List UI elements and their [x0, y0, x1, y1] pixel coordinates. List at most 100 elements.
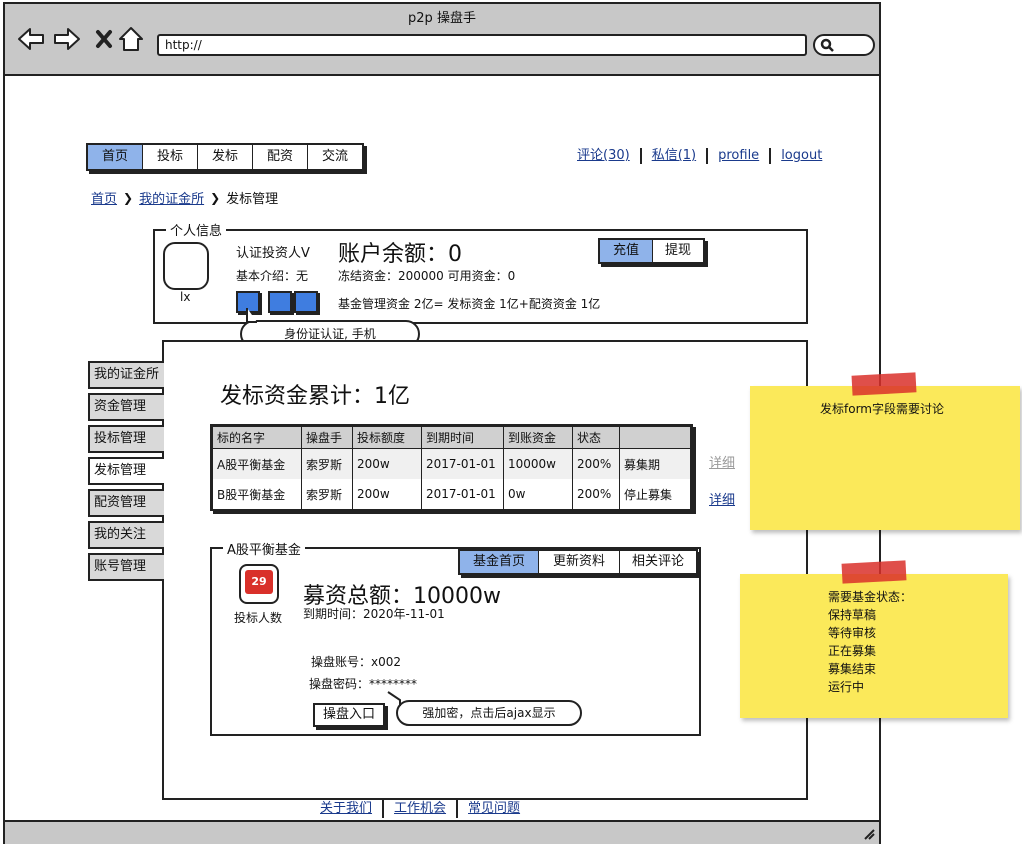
back-arrow-icon[interactable] [17, 26, 45, 52]
user-links: 评论(30) 私信(1) profile logout [567, 148, 832, 164]
home-icon[interactable] [117, 26, 145, 52]
cell-received: 0w [503, 479, 573, 509]
fund-expiry: 到期时间：2020年-11-01 [303, 607, 445, 621]
messages-link[interactable]: 私信(1) [642, 148, 709, 164]
browser-search-input[interactable] [813, 34, 875, 56]
window-title: p2p 操盘手 [408, 11, 476, 26]
sidebar-item-bids[interactable]: 投标管理 [88, 425, 164, 453]
note-text: 发标form字段需要讨论 [820, 402, 944, 416]
profile-link[interactable]: profile [708, 148, 772, 164]
note-line: 等待审核 [828, 626, 877, 640]
col-header-name: 标的名字 [212, 426, 302, 449]
note-line: 运行中 [828, 680, 865, 694]
intro-text: 基本介绍：无 [236, 269, 309, 283]
recharge-button[interactable]: 充值 [600, 240, 653, 262]
breadcrumb-my-exchange[interactable]: 我的证金所 [139, 188, 204, 207]
nav-tab-bid[interactable]: 投标 [143, 145, 198, 169]
nav-tab-issue[interactable]: 发标 [198, 145, 253, 169]
issue-total-heading: 发标资金累计：1亿 [220, 384, 410, 409]
cell-trader: 索罗斯 [301, 448, 353, 479]
tape-strip [851, 372, 917, 396]
investor-title: 认证投资人V [236, 246, 310, 261]
nav-tab-community[interactable]: 交流 [308, 145, 362, 169]
col-header-quota: 投标额度 [352, 426, 422, 449]
fund-summary: 基金管理资金 2亿= 发标资金 1亿+配资资金 1亿 [338, 297, 601, 311]
table-row[interactable]: A股平衡基金 索罗斯 200w 2017-01-01 10000w 200% 募… [212, 448, 691, 479]
logout-link[interactable]: logout [771, 148, 832, 164]
table-header-row: 标的名字 操盘手 投标额度 到期时间 到账资金 状态 [212, 426, 691, 449]
profile-legend: 个人信息 [166, 220, 227, 239]
sidebar-item-account[interactable]: 账号管理 [88, 553, 164, 581]
side-nav: 我的证金所 资金管理 投标管理 发标管理 配资管理 我的关注 账号管理 [88, 361, 164, 585]
breadcrumb-home[interactable]: 首页 [91, 188, 117, 207]
password-callout: 强加密，点击后ajax显示 [396, 700, 582, 726]
callout-pointer [246, 308, 257, 323]
url-input[interactable]: http:// [157, 34, 807, 56]
sidebar-item-issue[interactable]: 发标管理 [88, 457, 164, 485]
bidder-count: 29 [245, 570, 273, 594]
browser-titlebar: p2p 操盘手 http:// [5, 4, 879, 76]
fund-tabs: 基金首页 更新资料 相关评论 [458, 549, 698, 575]
col-header-phase [619, 426, 691, 449]
withdraw-button[interactable]: 提现 [653, 240, 703, 262]
cell-quota: 200w [352, 479, 422, 509]
sidebar-item-follows[interactable]: 我的关注 [88, 521, 164, 549]
browser-statusbar [5, 820, 879, 844]
note-line: 保持草稿 [828, 608, 877, 622]
trading-account: 操盘账号：x002 [311, 655, 402, 669]
footer-links: 关于我们 工作机会 常见问题 [310, 800, 530, 818]
comments-link[interactable]: 评论(30) [567, 148, 642, 164]
cell-status: 200% [572, 479, 620, 509]
col-header-status: 状态 [572, 426, 620, 449]
cell-status: 200% [572, 448, 620, 479]
detail-link-row1[interactable]: 详细 [709, 452, 735, 471]
cell-phase: 募集期 [619, 448, 691, 479]
bidder-count-badge: 29 [239, 564, 279, 604]
cell-phase: 停止募集 [619, 479, 691, 509]
breadcrumb-current: 发标管理 [226, 192, 279, 207]
col-header-received: 到账资金 [503, 426, 573, 449]
account-balance: 账户余额：0 [338, 242, 462, 267]
tab-update-info[interactable]: 更新资料 [539, 551, 620, 573]
cell-received: 10000w [503, 448, 573, 479]
username: lx [180, 290, 191, 304]
forward-arrow-icon[interactable] [53, 26, 81, 52]
footer-about[interactable]: 关于我们 [310, 800, 385, 818]
chevron-right-icon: ❯ [210, 190, 221, 205]
sticky-note-form: 发标form字段需要讨论 [750, 386, 1020, 530]
breadcrumb: 首页 ❯ 我的证金所 ❯ 发标管理 [91, 188, 279, 208]
tab-related-comments[interactable]: 相关评论 [620, 551, 696, 573]
note-status-list: 需要基金状态： 保持草稿 等待审核 正在募集 募集结束 运行中 [828, 588, 912, 696]
nav-tab-home[interactable]: 首页 [88, 145, 143, 169]
note-line: 募集结束 [828, 662, 877, 676]
detail-link-row2[interactable]: 详细 [709, 489, 735, 508]
frozen-funds: 冻结资金：200000 可用资金：0 [338, 269, 516, 283]
close-icon[interactable] [91, 26, 119, 52]
table-row[interactable]: B股平衡基金 索罗斯 200w 2017-01-01 0w 200% 停止募集 [212, 479, 691, 509]
sidebar-item-financing[interactable]: 配资管理 [88, 489, 164, 517]
phone-verify-icon[interactable] [268, 291, 292, 313]
cell-expiry: 2017-01-01 [421, 448, 504, 479]
sidebar-item-my-exchange[interactable]: 我的证金所 [88, 361, 164, 389]
trading-entry-button[interactable]: 操盘入口 [313, 703, 385, 727]
cell-name: B股平衡基金 [212, 479, 302, 509]
tab-fund-home[interactable]: 基金首页 [460, 551, 539, 573]
top-nav: 首页 投标 发标 配资 交流 [86, 143, 364, 171]
note-line: 需要基金状态： [828, 590, 913, 604]
col-header-expiry: 到期时间 [421, 426, 504, 449]
footer-jobs[interactable]: 工作机会 [384, 800, 459, 818]
bidder-count-label: 投标人数 [234, 611, 283, 625]
sticky-note-status: 需要基金状态： 保持草稿 等待审核 正在募集 募集结束 运行中 [740, 574, 1008, 718]
issue-table: 标的名字 操盘手 投标额度 到期时间 到账资金 状态 A股平衡基金 索罗斯 20… [210, 424, 693, 511]
footer-faq[interactable]: 常见问题 [458, 800, 530, 818]
nav-tab-financing[interactable]: 配资 [253, 145, 308, 169]
avatar[interactable] [163, 242, 209, 290]
email-verify-icon[interactable] [294, 291, 318, 313]
search-icon [820, 38, 834, 52]
sidebar-item-funds[interactable]: 资金管理 [88, 393, 164, 421]
callout-pointer [387, 691, 401, 706]
resize-grip-icon[interactable] [863, 828, 875, 840]
recharge-withdraw-group: 充值 提现 [598, 238, 705, 264]
chevron-right-icon: ❯ [123, 190, 134, 205]
cell-expiry: 2017-01-01 [421, 479, 504, 509]
